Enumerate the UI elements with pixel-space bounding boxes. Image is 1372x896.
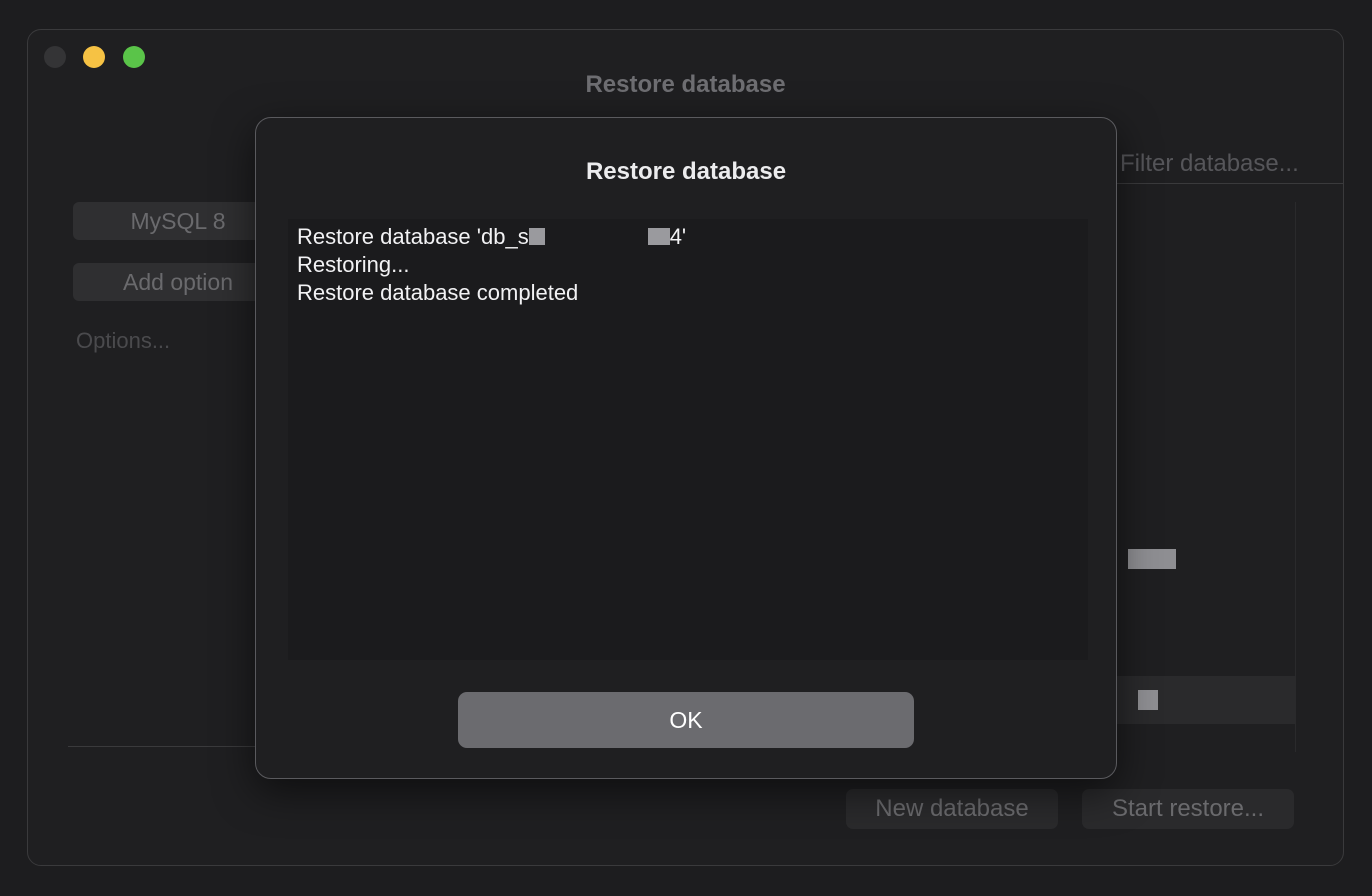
window-title: Restore database — [585, 71, 786, 98]
log-line-restore-prefix: Restore database 'db_s — [297, 224, 529, 249]
start-restore-button[interactable]: Start restore... — [1082, 789, 1294, 829]
redacted-block — [1128, 549, 1176, 569]
redacted-text — [647, 228, 670, 245]
new-database-button[interactable]: New database — [846, 789, 1058, 829]
add-option-button[interactable]: Add option — [73, 263, 283, 301]
minimize-window-button[interactable] — [83, 46, 105, 68]
maximize-window-button[interactable] — [123, 46, 145, 68]
close-window-button[interactable] — [44, 46, 66, 68]
log-line-completed: Restore database completed — [297, 280, 579, 305]
log-line-restore: Restore database 'db_s 4' — [297, 223, 1079, 251]
restore-log: Restore database 'db_s 4' Restoring... Re… — [288, 219, 1088, 660]
ok-button[interactable]: OK — [458, 692, 914, 748]
options-list: Options... — [68, 320, 283, 747]
redacted-text — [528, 228, 545, 245]
options-placeholder: Options... — [76, 328, 171, 353]
redacted-block — [1138, 690, 1158, 710]
database-filter-input[interactable]: Filter database... — [1116, 144, 1343, 184]
restore-progress-dialog: Restore database Restore database 'db_s 4… — [255, 117, 1117, 779]
database-list — [1116, 202, 1296, 752]
server-select-button[interactable]: MySQL 8 — [73, 202, 283, 240]
dialog-title: Restore database — [585, 158, 787, 185]
log-line-restoring: Restoring... — [297, 252, 410, 277]
log-line-restore-suffix: 4' — [669, 224, 687, 249]
